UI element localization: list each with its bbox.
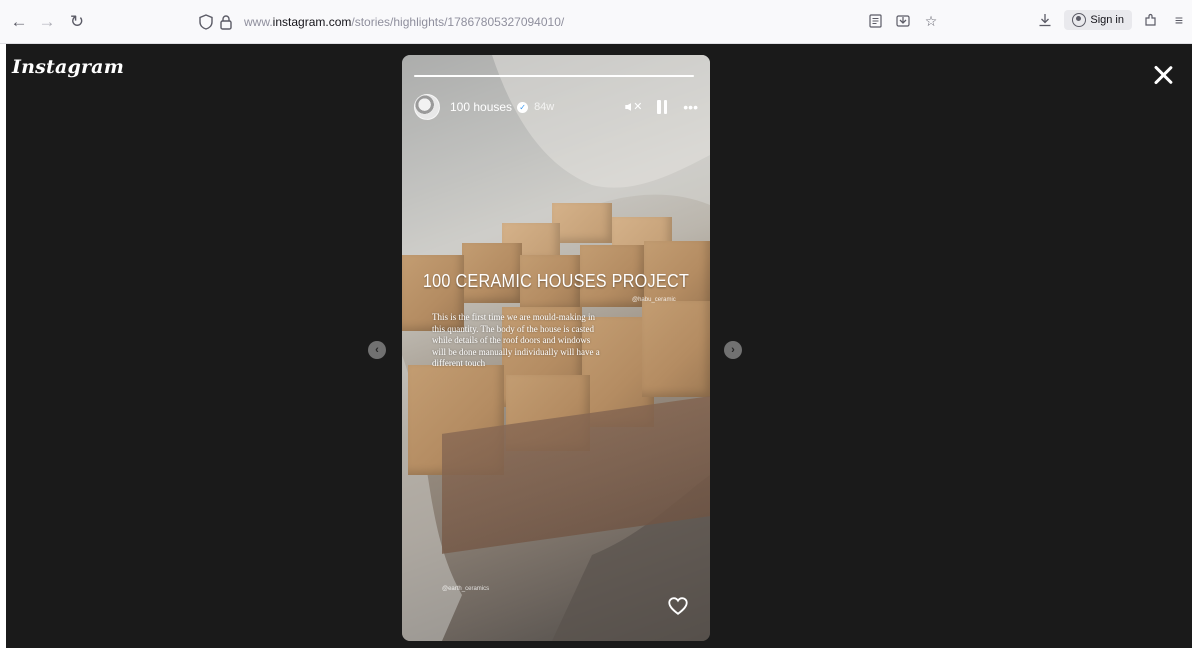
avatar[interactable] <box>414 94 440 120</box>
pause-icon[interactable] <box>657 100 668 114</box>
previous-story-button[interactable]: ‹ <box>368 341 386 359</box>
close-icon[interactable] <box>1150 62 1176 88</box>
pocket-icon[interactable] <box>894 12 912 30</box>
story-controls: ✕ ••• <box>625 100 698 114</box>
bookmark-star-icon[interactable]: ☆ <box>922 12 940 30</box>
instagram-logo[interactable]: Instagram <box>12 56 124 78</box>
story-viewer: Instagram ‹ › 100 houses ✓ 84w ✕ ••• 100… <box>6 44 1192 648</box>
story-progress-bar <box>414 75 694 77</box>
extensions-icon[interactable] <box>1142 11 1160 29</box>
account-icon <box>1072 13 1087 27</box>
shield-icon[interactable] <box>196 12 216 32</box>
more-options-icon[interactable]: ••• <box>683 100 698 114</box>
story-progress-fill <box>414 75 694 77</box>
story-description: This is the first time we are mould-maki… <box>432 312 600 368</box>
url-prefix: www. <box>244 15 273 29</box>
back-arrow-icon[interactable]: ← <box>8 11 30 33</box>
story-title-text: 100 CERAMIC HOUSES PROJECT <box>422 271 690 291</box>
url-host: instagram.com <box>272 15 352 29</box>
next-story-button[interactable]: › <box>724 341 742 359</box>
ceramic-box <box>642 301 710 397</box>
browser-toolbar: ← → ↻ www.instagram.com/stories/highligh… <box>0 0 1192 44</box>
reload-icon[interactable]: ↻ <box>66 11 88 33</box>
reader-view-icon[interactable] <box>866 12 884 30</box>
url-text[interactable]: www.instagram.com/stories/highlights/178… <box>244 15 564 29</box>
toolbar-right: Sign in ≡ <box>1036 10 1192 30</box>
download-icon[interactable] <box>1036 11 1054 29</box>
sign-in-label: Sign in <box>1090 14 1124 26</box>
story-credit: @earth_ceramics <box>442 586 490 592</box>
menu-icon[interactable]: ≡ <box>1170 11 1188 29</box>
story-header: 100 houses ✓ 84w ✕ ••• <box>414 91 698 123</box>
forward-arrow-icon[interactable]: → <box>36 11 58 33</box>
url-path: /stories/highlights/17867805327094010/ <box>351 15 565 29</box>
mute-icon[interactable]: ✕ <box>625 100 643 114</box>
sign-in-button[interactable]: Sign in <box>1064 10 1132 30</box>
verified-badge-icon: ✓ <box>517 101 529 113</box>
heart-icon[interactable] <box>667 595 689 617</box>
story-timestamp: 84w <box>534 101 555 113</box>
lock-icon[interactable] <box>216 12 236 32</box>
address-bar-actions: ☆ <box>866 12 940 30</box>
address-bar[interactable]: www.instagram.com/stories/highlights/178… <box>196 6 944 38</box>
ceramic-box <box>552 203 612 243</box>
story-mention[interactable]: @habu_ceramic <box>632 297 676 303</box>
story-card[interactable]: 100 houses ✓ 84w ✕ ••• 100 CERAMIC HOUSE… <box>402 55 710 641</box>
story-username[interactable]: 100 houses <box>450 100 512 114</box>
